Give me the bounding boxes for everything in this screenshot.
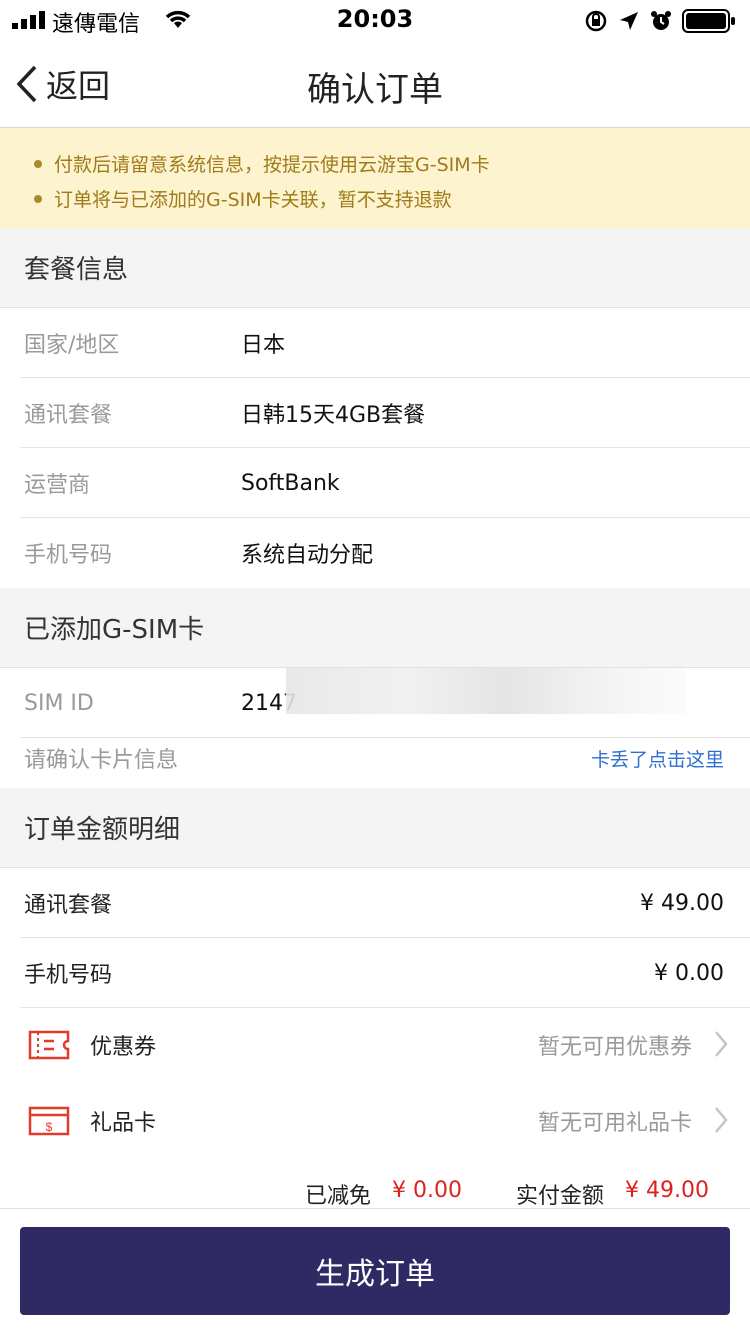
notice-item: 订单将与已添加的G-SIM卡关联，暂不支持退款 (34, 181, 750, 216)
section-header-gsim: 已添加G-SIM卡 (0, 588, 750, 668)
sim-id-redaction (286, 668, 686, 714)
gift-card-hint: 暂无可用礼品卡 (537, 1111, 692, 1136)
info-row-phone: 手机号码 系统自动分配 (0, 518, 750, 588)
info-row-country: 国家/地区 日本 (0, 308, 750, 378)
confirm-card-label: 请确认卡片信息 (24, 748, 179, 773)
chevron-right-icon (715, 1107, 728, 1133)
bottom-bar: 生成订单 (0, 1208, 750, 1334)
lost-card-link[interactable]: 卡丢了点击这里 (591, 745, 724, 772)
row-price: ¥ 49.00 (640, 890, 724, 916)
row-label: 通讯套餐 (24, 403, 113, 428)
notice-text: 付款后请留意系统信息，按提示使用云游宝G-SIM卡 (54, 154, 490, 176)
section-header-package: 套餐信息 (0, 228, 750, 308)
notice-item: 付款后请留意系统信息，按提示使用云游宝G-SIM卡 (34, 146, 750, 181)
svg-text:$: $ (46, 1120, 53, 1134)
bullet-icon (34, 159, 42, 168)
row-label: 运营商 (24, 473, 91, 498)
coupon-icon (28, 1030, 70, 1060)
confirm-card-row: 请确认卡片信息 卡丢了点击这里 (0, 728, 750, 788)
info-row-carrier: 运营商 SoftBank (0, 448, 750, 518)
paid-label: 实付金额 (516, 1184, 605, 1209)
coupon-label: 优惠券 (90, 1035, 157, 1060)
section-header-order: 订单金额明细 (0, 788, 750, 868)
coupon-row[interactable]: 优惠券 暂无可用优惠券 (0, 1008, 750, 1082)
row-label: 手机号码 (24, 543, 113, 568)
discount-label: 已减免 (305, 1184, 372, 1209)
sim-id-label: SIM ID (24, 690, 94, 716)
location-icon (620, 12, 638, 30)
discount-value: ¥ 0.00 (392, 1178, 462, 1203)
row-value: 系统自动分配 (241, 543, 374, 568)
row-label: 手机号码 (24, 963, 113, 988)
gift-card-row[interactable]: $ 礼品卡 暂无可用礼品卡 (0, 1084, 750, 1158)
row-label: 通讯套餐 (24, 893, 113, 918)
row-label: 国家/地区 (24, 333, 120, 358)
battery-icon (682, 9, 735, 33)
coupon-hint: 暂无可用优惠券 (537, 1035, 692, 1060)
order-summary: 已减免 ¥ 0.00 实付金额 ¥ 49.00 (0, 1170, 750, 1210)
gift-card-label: 礼品卡 (90, 1111, 157, 1136)
price-row-plan: 通讯套餐 ¥ 49.00 (0, 868, 750, 938)
page-title: 确认订单 (307, 70, 443, 110)
notice-text: 订单将与已添加的G-SIM卡关联，暂不支持退款 (54, 189, 452, 211)
gift-card-icon: $ (28, 1106, 70, 1136)
generate-order-button[interactable]: 生成订单 (20, 1227, 730, 1315)
price-row-phone: 手机号码 ¥ 0.00 (0, 938, 750, 1008)
nav-bar: 返回 确认订单 (0, 40, 750, 128)
alarm-icon (651, 11, 671, 30)
row-value: 日韩15天4GB套餐 (241, 403, 426, 428)
paid-value: ¥ 49.00 (625, 1178, 709, 1203)
row-price: ¥ 0.00 (654, 960, 724, 986)
notice-banner: 付款后请留意系统信息，按提示使用云游宝G-SIM卡 订单将与已添加的G-SIM卡… (0, 128, 750, 228)
info-row-plan: 通讯套餐 日韩15天4GB套餐 (0, 378, 750, 448)
orientation-lock-icon (585, 10, 607, 32)
bullet-icon (34, 194, 42, 203)
row-value: 日本 (241, 333, 286, 358)
chevron-right-icon (715, 1031, 728, 1057)
row-value: SoftBank (241, 470, 340, 496)
status-bar: 遠傳電信 20:03 (0, 0, 750, 40)
